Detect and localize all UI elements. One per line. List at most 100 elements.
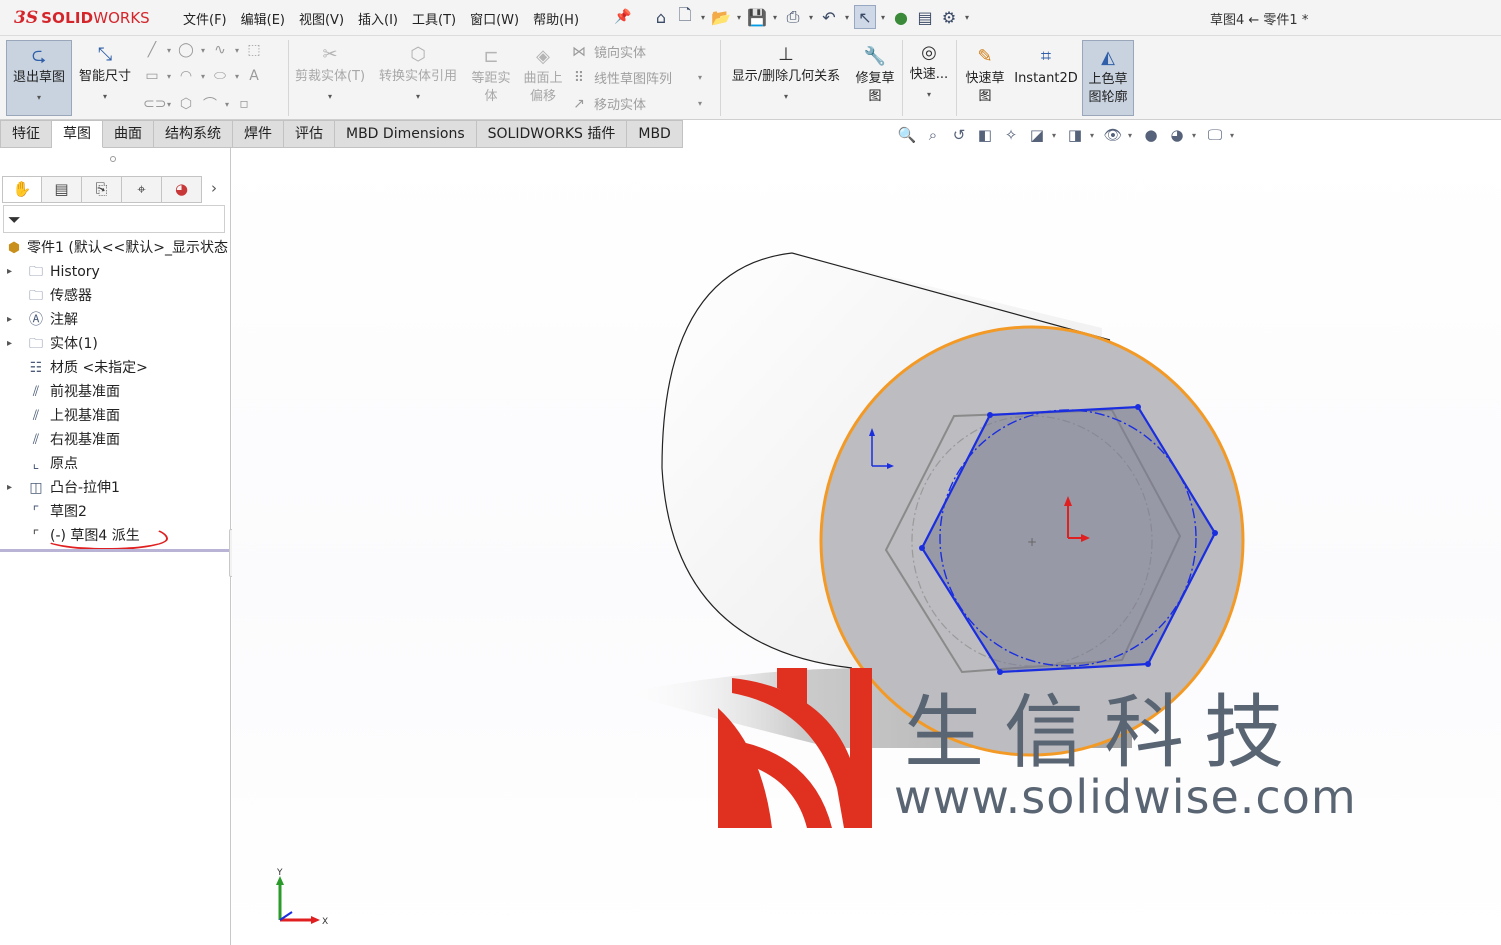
mirror-entities-button[interactable]: ⋈ 镜向实体 (570, 42, 646, 62)
configuration-manager-icon[interactable]: ⎘ (82, 176, 122, 203)
exit-sketch-dropdown-icon[interactable]: ▾ (7, 89, 71, 107)
print-dropdown-icon[interactable]: ▾ (806, 13, 816, 22)
expand-icon[interactable]: ▸ (7, 308, 12, 332)
quick-snaps-dropdown-icon[interactable]: ▾ (906, 86, 952, 104)
fillet-icon[interactable]: ⌒ (201, 94, 219, 114)
circle-icon[interactable]: ◯ (177, 42, 195, 58)
polygon-icon[interactable]: ⬡ (177, 96, 195, 112)
options-gear-icon[interactable]: ⚙ (938, 5, 960, 29)
offset-entities-button[interactable]: ⊏ 等距实体 (466, 46, 516, 116)
trim-entities-button[interactable]: ✂ 剪裁实体(T) ▾ (292, 40, 368, 116)
undo-dropdown-icon[interactable]: ▾ (842, 13, 852, 22)
menu-insert[interactable]: 插入(I) (351, 9, 405, 28)
property-manager-icon[interactable]: ▤ (42, 176, 82, 203)
zoom-to-fit-icon[interactable]: 🔍 (896, 124, 918, 146)
select-dropdown-icon[interactable]: ▾ (878, 13, 888, 22)
tree-item-sensors[interactable]: 🗀 传感器 (0, 284, 231, 308)
linear-pattern-button[interactable]: ⠿ 线性草图阵列 ▾ (570, 68, 702, 88)
smart-dimension-button[interactable]: ⤡ 智能尺寸 ▾ (74, 40, 136, 116)
tab-mbd-dimensions[interactable]: MBD Dimensions (335, 120, 477, 148)
options-dropdown-icon[interactable]: ▾ (962, 13, 972, 22)
tab-sketch[interactable]: 草图 (52, 120, 103, 148)
tab-mbd[interactable]: MBD (627, 120, 683, 148)
instant2d-button[interactable]: ⌗ Instant2D (1012, 46, 1080, 116)
print-icon[interactable]: ⎙ (782, 5, 804, 29)
tree-root-part[interactable]: ⬢ 零件1 (默认<<默认>_显示状态 (0, 236, 231, 260)
convert-dropdown-icon[interactable]: ▾ (372, 88, 464, 106)
tree-item-front-plane[interactable]: ⫽ 前视基准面 (0, 380, 231, 404)
tree-item-history[interactable]: ▸ 🗀 History (0, 260, 231, 284)
tree-item-right-plane[interactable]: ⫽ 右视基准面 (0, 428, 231, 452)
feature-manager-icon[interactable]: ✋ (2, 176, 42, 203)
tab-surfaces[interactable]: 曲面 (103, 120, 154, 148)
line-icon[interactable]: ╱ (143, 42, 161, 58)
expand-icon[interactable]: ▸ (7, 260, 12, 284)
open-dropdown-icon[interactable]: ▾ (734, 13, 744, 22)
move-entities-button[interactable]: ↗ 移动实体 ▾ (570, 94, 702, 114)
exit-sketch-button[interactable]: ⮎ 退出草图 ▾ (6, 40, 72, 116)
tab-weldments[interactable]: 焊件 (233, 120, 284, 148)
move-dropdown-icon[interactable]: ▾ (698, 99, 702, 108)
apply-scene-icon[interactable]: ◕ (1166, 124, 1188, 146)
previous-view-icon[interactable]: ↺ (948, 124, 970, 146)
undo-icon[interactable]: ↶ (818, 5, 840, 29)
smart-dimension-dropdown-icon[interactable]: ▾ (74, 88, 136, 106)
expand-icon[interactable]: ▸ (7, 332, 12, 356)
display-manager-icon[interactable]: ◕ (162, 176, 202, 203)
panel-tabs-more-icon[interactable]: › (202, 176, 226, 203)
display-delete-relations-button[interactable]: ⊥ 显示/删除几何关系 ▾ (724, 40, 848, 116)
menu-help[interactable]: 帮助(H) (526, 9, 586, 28)
tree-item-annotations[interactable]: ▸ Ⓐ 注解 (0, 308, 231, 332)
graphics-area[interactable]: + 生信科技 www.solidwise.com Y X (232, 148, 1501, 945)
point-icon[interactable]: ▫ (235, 96, 253, 112)
tree-item-boss-extrude[interactable]: ▸ ◫ 凸台-拉伸1 (0, 476, 231, 500)
view-orientation-icon[interactable]: ◪ (1026, 124, 1048, 146)
arc-icon[interactable]: ◠ (177, 68, 195, 84)
tree-item-top-plane[interactable]: ⫽ 上视基准面 (0, 404, 231, 428)
linear-pattern-dropdown-icon[interactable]: ▾ (698, 73, 702, 82)
dimxpert-icon[interactable]: ⌖ (122, 176, 162, 203)
menu-tools[interactable]: 工具(T) (405, 9, 463, 28)
spline-icon[interactable]: ∿ (211, 42, 229, 58)
text-icon[interactable]: A (245, 68, 263, 84)
convert-entities-button[interactable]: ⬡ 转换实体引用 ▾ (372, 40, 464, 116)
new-dropdown-icon[interactable]: ▾ (698, 13, 708, 22)
dynamic-annotation-icon[interactable]: ✧ (1000, 124, 1022, 146)
select-arrow-icon[interactable]: ↖ (854, 5, 876, 29)
file-properties-icon[interactable]: ▤ (914, 5, 936, 29)
quick-snaps-button[interactable]: ◎ 快速... ▾ (906, 42, 952, 116)
slot-icon[interactable]: ⊂⊃ (143, 96, 166, 112)
display-style-icon[interactable]: ◨ (1064, 124, 1086, 146)
offset-on-surface-button[interactable]: ◈ 曲面上偏移 (518, 46, 568, 116)
block-icon[interactable]: ⬚ (245, 42, 263, 58)
tree-item-origin[interactable]: ⌞ 原点 (0, 452, 231, 476)
tab-structure-system[interactable]: 结构系统 (154, 120, 233, 148)
tab-features[interactable]: 特征 (0, 120, 52, 148)
tab-solidworks-addins[interactable]: SOLIDWORKS 插件 (476, 120, 628, 148)
save-dropdown-icon[interactable]: ▾ (770, 13, 780, 22)
rapid-sketch-button[interactable]: ✎ 快速草图 (960, 46, 1010, 116)
menu-edit[interactable]: 编辑(E) (234, 9, 292, 28)
expand-icon[interactable]: ▸ (7, 476, 12, 500)
edit-appearance-icon[interactable]: ● (1140, 124, 1162, 146)
trim-dropdown-icon[interactable]: ▾ (292, 88, 368, 106)
rectangle-icon[interactable]: ▭ (143, 68, 161, 84)
zoom-to-area-icon[interactable]: ⌕ (922, 124, 944, 146)
solidworks-logo[interactable]: 3S SOLID WORKS (14, 7, 150, 29)
open-icon[interactable]: 📂 (710, 5, 732, 29)
relations-dropdown-icon[interactable]: ▾ (724, 88, 848, 106)
tab-evaluate[interactable]: 评估 (284, 120, 335, 148)
repair-sketch-button[interactable]: 🔧 修复草图 (852, 46, 898, 116)
section-view-icon[interactable]: ◧ (974, 124, 996, 146)
ellipse-icon[interactable]: ⬭ (211, 68, 229, 84)
tree-filter-box[interactable]: ⏷ (3, 205, 225, 233)
pin-menu-icon[interactable]: 📌 (614, 9, 631, 25)
tree-item-solid-bodies[interactable]: ▸ 🗀 实体(1) (0, 332, 231, 356)
view-settings-icon[interactable]: 🖵 (1204, 124, 1226, 146)
tree-item-material[interactable]: ☷ 材质 <未指定> (0, 356, 231, 380)
panel-grip[interactable] (110, 156, 116, 162)
hide-show-items-icon[interactable]: 👁 (1102, 124, 1124, 146)
tree-item-sketch2[interactable]: ⌜ 草图2 (0, 500, 231, 524)
home-icon[interactable]: ⌂ (650, 5, 672, 29)
rebuild-icon[interactable]: ● (890, 5, 912, 29)
